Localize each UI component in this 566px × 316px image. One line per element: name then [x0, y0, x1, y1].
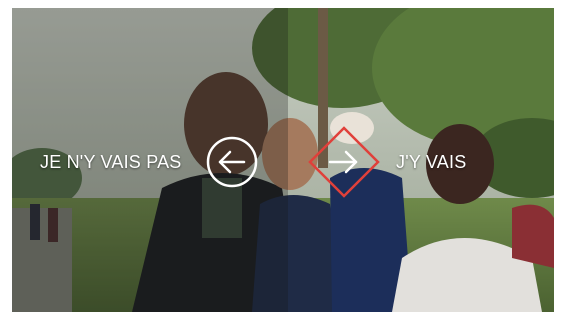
- arrow-left-icon: [206, 136, 258, 188]
- choice-left-label[interactable]: JE N'Y VAIS PAS: [40, 152, 182, 173]
- video-player: JE N'Y VAIS PAS J'Y VAIS: [12, 8, 554, 312]
- choice-left-button[interactable]: [206, 136, 258, 188]
- choice-right-button[interactable]: [308, 126, 380, 198]
- choice-right-label[interactable]: J'Y VAIS: [396, 152, 466, 173]
- arrow-right-icon: [308, 126, 380, 198]
